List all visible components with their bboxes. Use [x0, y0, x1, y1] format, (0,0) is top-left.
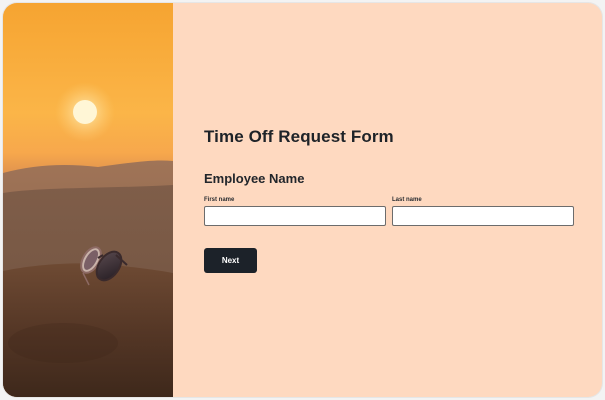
form-title: Time Off Request Form	[204, 127, 394, 146]
form-window: Time Off Request Form Employee Name Firs…	[3, 3, 602, 397]
first-name-input[interactable]	[204, 206, 386, 226]
employee-name-heading: Employee Name	[204, 171, 305, 186]
last-name-label: Last name	[392, 197, 422, 203]
form-panel: Time Off Request Form Employee Name Firs…	[173, 3, 602, 397]
first-name-label: First name	[204, 197, 235, 203]
next-button[interactable]: Next	[204, 248, 257, 273]
last-name-input[interactable]	[392, 206, 574, 226]
desert-sunset-photo	[3, 3, 173, 397]
